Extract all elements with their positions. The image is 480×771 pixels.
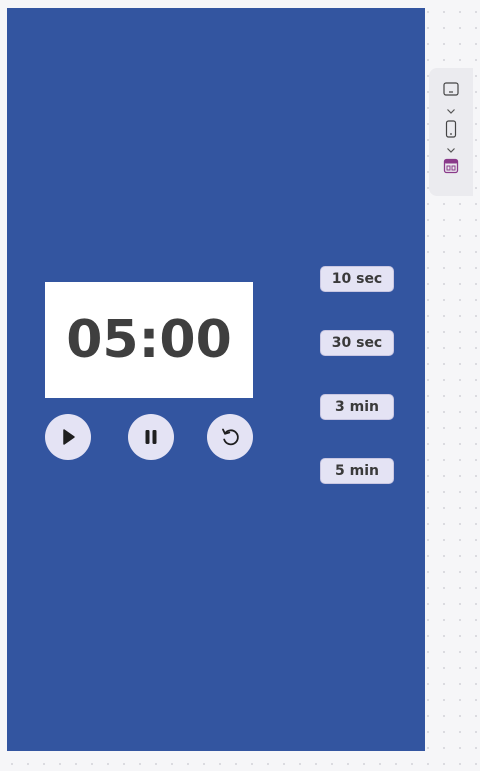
desktop-frame-icon — [443, 82, 459, 101]
side-toolbar — [429, 68, 473, 196]
pause-icon — [141, 427, 161, 447]
reset-button[interactable] — [207, 414, 253, 460]
chevron-down-icon — [446, 102, 456, 120]
pause-button[interactable] — [128, 414, 174, 460]
app-frame: 05:00 10 sec 30 sec 3 min 5 min — [7, 8, 425, 751]
preset-label: 30 sec — [331, 335, 383, 351]
preset-label: 5 min — [335, 463, 379, 479]
play-icon — [58, 427, 78, 447]
preset-10-sec-button[interactable]: 10 sec — [320, 266, 394, 292]
chevron-down-icon — [446, 141, 456, 159]
mobile-frame-dropdown[interactable] — [429, 141, 473, 159]
mobile-frame-icon — [445, 120, 457, 143]
reset-icon — [219, 426, 241, 448]
play-button[interactable] — [45, 414, 91, 460]
preset-label: 10 sec — [331, 271, 383, 287]
app-window-button[interactable] — [429, 158, 473, 179]
desktop-frame-dropdown[interactable] — [429, 102, 473, 120]
timer-display: 05:00 — [66, 310, 232, 370]
preset-3-min-button[interactable]: 3 min — [320, 394, 394, 420]
app-window-icon — [443, 158, 459, 179]
desktop-frame-button[interactable] — [429, 82, 473, 101]
preset-5-min-button[interactable]: 5 min — [320, 458, 394, 484]
timer-card: 05:00 — [45, 282, 253, 398]
preset-label: 3 min — [335, 399, 379, 415]
preset-30-sec-button[interactable]: 30 sec — [320, 330, 394, 356]
mobile-frame-button[interactable] — [429, 120, 473, 143]
